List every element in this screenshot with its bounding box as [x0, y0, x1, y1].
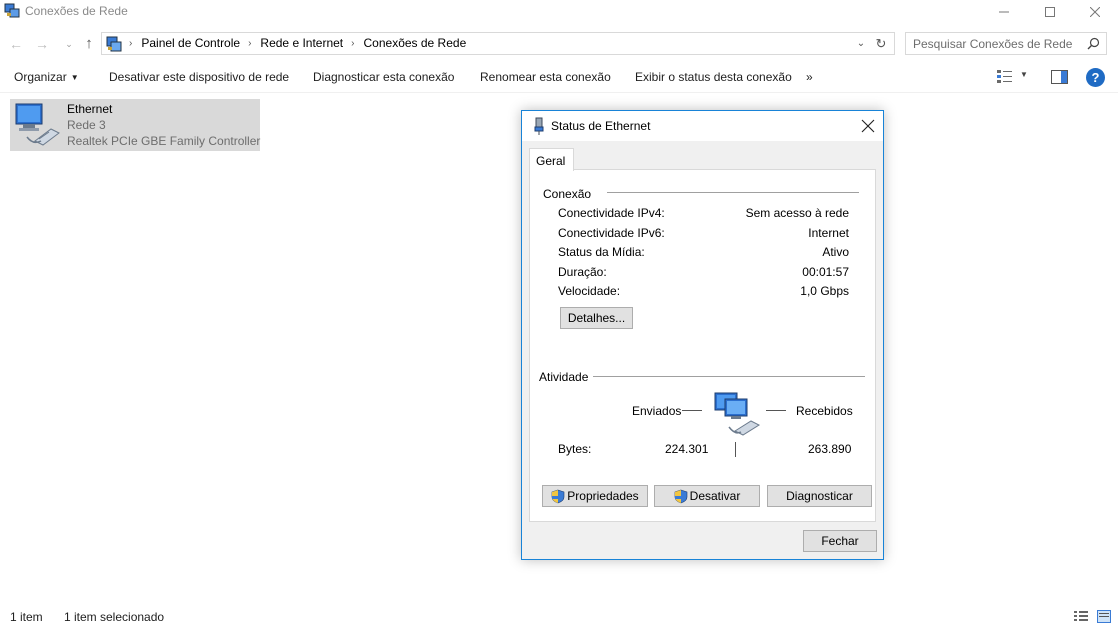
dialog-close-icon[interactable]: [858, 116, 878, 136]
title-bar: Conexões de Rede: [0, 0, 1118, 24]
sent-line: [682, 410, 702, 411]
large-icons-view-icon[interactable]: [1097, 610, 1111, 623]
ipv6-label: Conectividade IPv6:: [558, 226, 665, 240]
recent-locations-chevron-icon[interactable]: ⌄: [60, 35, 78, 53]
ipv4-label: Conectividade IPv4:: [558, 206, 665, 220]
rename-connection-button[interactable]: Renomear esta conexão: [480, 70, 611, 84]
uac-shield-icon: [551, 489, 565, 503]
received-label: Recebidos: [796, 404, 853, 418]
maximize-button[interactable]: [1027, 0, 1073, 24]
close-dialog-button[interactable]: Fechar: [803, 530, 877, 552]
refresh-icon[interactable]: ↻: [873, 35, 889, 53]
address-dropdown-chevron-icon[interactable]: ⌄: [854, 36, 868, 52]
duration-label: Duração:: [558, 265, 607, 279]
up-arrow-icon[interactable]: ↑: [80, 35, 98, 53]
search-box[interactable]: [905, 32, 1107, 55]
address-row: ← → ⌄ ↑ › Painel de Controle › Rede e In…: [0, 30, 1118, 58]
network-connections-icon: [4, 3, 20, 18]
close-icon: [1090, 7, 1100, 17]
connection-network: Rede 3: [67, 118, 106, 132]
speed-label: Velocidade:: [558, 284, 621, 298]
back-arrow-icon[interactable]: ←: [7, 35, 25, 53]
sent-label: Enviados: [632, 404, 682, 418]
connection-group-label: Conexão: [543, 187, 592, 201]
details-view-icon[interactable]: [1073, 610, 1089, 623]
organize-menu[interactable]: Organizar ▼: [14, 70, 79, 84]
breadcrumb-network-connections[interactable]: Conexões de Rede: [364, 36, 467, 50]
chevron-right-icon[interactable]: ›: [129, 38, 132, 49]
breadcrumb-control-panel[interactable]: Painel de Controle: [141, 36, 240, 50]
close-window-button[interactable]: [1072, 0, 1118, 24]
connection-name: Ethernet: [67, 102, 113, 116]
status-bar: 1 item 1 item selecionado: [0, 605, 1118, 626]
item-count: 1 item: [10, 610, 43, 624]
dialog-title: Status de Ethernet: [551, 119, 651, 133]
ethernet-connection-item[interactable]: Ethernet Rede 3 Realtek PCIe GBE Family …: [10, 99, 260, 151]
change-view-icon[interactable]: [996, 69, 1014, 85]
duration-value: 00:01:57: [802, 265, 849, 279]
received-line: [766, 410, 786, 411]
help-icon[interactable]: ?: [1086, 68, 1105, 87]
ethernet-adapter-icon: [15, 103, 60, 146]
properties-button[interactable]: Propriedades: [542, 485, 648, 507]
more-commands-button[interactable]: »: [806, 70, 813, 84]
minimize-icon: [999, 11, 1009, 13]
control-panel-icon: [106, 36, 122, 52]
command-bar: Organizar ▼ Desativar este dispositivo de…: [0, 61, 1118, 93]
speed-value: 1,0 Gbps: [800, 284, 849, 298]
dialog-title-bar: Status de Ethernet: [522, 111, 883, 141]
chevron-right-icon[interactable]: ›: [351, 38, 354, 49]
tab-general-label: Geral: [536, 154, 566, 168]
ipv4-value: Sem acesso à rede: [745, 206, 849, 220]
disable-label: Desativar: [689, 489, 741, 503]
connection-device: Realtek PCIe GBE Family Controller: [67, 134, 261, 148]
bytes-received-value: 263.890: [808, 442, 852, 456]
general-tab-panel: Conexão Conectividade IPv4: Sem acesso à…: [529, 169, 876, 522]
preview-pane-icon[interactable]: [1051, 70, 1068, 84]
group-divider: [607, 192, 859, 193]
diagnose-connection-button[interactable]: Diagnosticar esta conexão: [313, 70, 454, 84]
minimize-button[interactable]: [981, 0, 1027, 24]
disable-button[interactable]: Desativar: [654, 485, 760, 507]
media-status-value: Ativo: [822, 245, 849, 259]
view-options-caret-icon[interactable]: ▼: [1020, 70, 1028, 79]
disable-device-button[interactable]: Desativar este dispositivo de rede: [109, 70, 289, 84]
ipv6-value: Internet: [808, 226, 849, 240]
search-input[interactable]: [913, 35, 1083, 52]
caret-down-icon: ▼: [70, 73, 79, 82]
maximize-icon: [1045, 7, 1055, 17]
organize-label: Organizar: [14, 70, 67, 84]
bytes-sent-value: 224.301: [665, 442, 709, 456]
diagnose-button[interactable]: Diagnosticar: [767, 485, 872, 507]
bytes-label: Bytes:: [558, 442, 592, 456]
tab-general[interactable]: Geral: [529, 148, 574, 171]
group-divider: [593, 376, 865, 377]
properties-label: Propriedades: [567, 489, 639, 503]
breadcrumb: › Painel de Controle › Rede e Internet ›…: [129, 36, 466, 50]
uac-shield-icon: [674, 489, 687, 503]
ethernet-status-dialog: Status de Ethernet Geral Conexão Conecti…: [521, 110, 884, 560]
search-icon[interactable]: [1087, 37, 1100, 50]
ethernet-connector-icon: [534, 117, 544, 135]
network-activity-icon: [714, 392, 761, 436]
view-status-button[interactable]: Exibir o status desta conexão: [635, 70, 792, 84]
details-button[interactable]: Detalhes...: [560, 307, 633, 329]
selected-count: 1 item selecionado: [64, 610, 165, 624]
window-title: Conexões de Rede: [25, 4, 128, 18]
activity-divider: [735, 442, 736, 457]
breadcrumb-network-internet[interactable]: Rede e Internet: [260, 36, 343, 50]
chevron-right-icon[interactable]: ›: [248, 38, 251, 49]
media-status-label: Status da Mídia:: [558, 245, 645, 259]
activity-group-label: Atividade: [539, 370, 589, 384]
forward-arrow-icon[interactable]: →: [33, 35, 51, 53]
address-bar[interactable]: › Painel de Controle › Rede e Internet ›…: [101, 32, 895, 55]
